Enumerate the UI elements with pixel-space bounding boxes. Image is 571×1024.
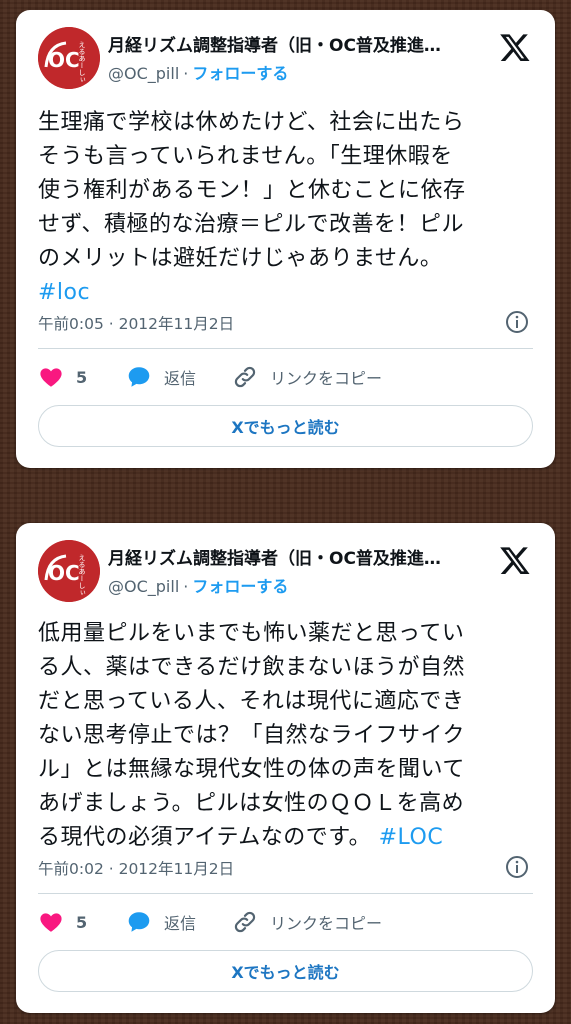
divider: [38, 348, 533, 349]
action-bar: 5 返信 リンクをコピー: [38, 364, 533, 394]
action-bar: 5 返信 リンクをコピー: [38, 909, 533, 939]
reply-button[interactable]: 返信: [126, 909, 196, 935]
copy-link-button[interactable]: リンクをコピー: [232, 364, 382, 390]
tweet-header: OC えるあーしぃ 月経リズム調整指導者（旧・OC普及推進… @OC_pill ·…: [38, 27, 535, 91]
author-handle[interactable]: @OC_pill: [108, 577, 179, 596]
tweet-card-2: OC えるあーしぃ 月経リズム調整指導者（旧・OC普及推進… @OC_pill ·…: [16, 523, 555, 1013]
tweet-text-line: る現代の必須アイテムなのです。: [38, 825, 379, 850]
reply-label: 返信: [164, 369, 197, 388]
svg-text:OC: OC: [48, 561, 80, 585]
divider: [38, 893, 533, 894]
tweet-text-line: 生理痛で学校は休めたけど、社会に出たら: [38, 110, 465, 135]
svg-text:えるあーしぃ: えるあーしぃ: [78, 554, 86, 596]
svg-text:えるあーしぃ: えるあーしぃ: [78, 41, 86, 83]
tweet-text: 低用量ピルをいまでも怖い薬だと思ってい る人、薬はできるだけ飲まないほうが自然 …: [38, 617, 537, 855]
avatar[interactable]: OC えるあーしぃ: [38, 540, 100, 602]
tweet-text-line: る人、薬はできるだけ飲まないほうが自然: [38, 655, 466, 680]
author-name[interactable]: 月経リズム調整指導者（旧・OC普及推進…: [108, 544, 478, 569]
tweet-text-line: のメリットは避妊だけじゃありません。: [38, 246, 443, 271]
author-handle[interactable]: @OC_pill: [108, 64, 179, 83]
tweet-text: 生理痛で学校は休めたけど、社会に出たら そうも言っていられません。「生理休暇を …: [38, 106, 537, 310]
like-button[interactable]: 5: [38, 909, 87, 935]
x-logo-icon[interactable]: [499, 31, 531, 63]
copy-link-label: リンクをコピー: [270, 369, 383, 388]
reply-button[interactable]: 返信: [126, 364, 196, 390]
follow-button[interactable]: フォローする: [192, 577, 288, 596]
tweet-text-line: 使う権利があるモン！」と休むことに依存: [38, 178, 466, 203]
timestamp[interactable]: 午前0:05 · 2012年11月2日: [38, 312, 234, 334]
copy-link-label: リンクをコピー: [270, 914, 383, 933]
tweet-text-line: そうも言っていられません。「生理休暇を: [38, 144, 453, 169]
hashtag-link[interactable]: #loc: [38, 280, 90, 305]
read-more-on-x-button[interactable]: Xでもっと読む: [38, 405, 533, 447]
timestamp[interactable]: 午前0:02 · 2012年11月2日: [38, 857, 234, 879]
x-logo-icon[interactable]: [499, 544, 531, 576]
follow-button[interactable]: フォローする: [192, 64, 288, 83]
link-icon: [234, 911, 256, 933]
read-more-on-x-button[interactable]: Xでもっと読む: [38, 950, 533, 992]
reply-bubble-icon: [128, 367, 150, 387]
info-icon[interactable]: [505, 310, 529, 334]
handle-row: @OC_pill · フォローする: [108, 60, 288, 84]
info-icon[interactable]: [505, 855, 529, 879]
author-name[interactable]: 月経リズム調整指導者（旧・OC普及推進…: [108, 31, 478, 56]
tweet-text-line: 低用量ピルをいまでも怖い薬だと思ってい: [38, 621, 465, 646]
reply-label: 返信: [164, 914, 197, 933]
svg-text:OC: OC: [48, 48, 80, 72]
like-count: 5: [76, 367, 88, 387]
tweet-header: OC えるあーしぃ 月経リズム調整指導者（旧・OC普及推進… @OC_pill ·…: [38, 540, 535, 604]
like-button[interactable]: 5: [38, 364, 87, 390]
tweet-text-line: だと思っている人、それは現代に適応でき: [38, 689, 465, 714]
heart-icon: [40, 913, 62, 932]
handle-row: @OC_pill · フォローする: [108, 573, 288, 597]
like-count: 5: [76, 912, 88, 932]
hashtag-link[interactable]: #LOC: [379, 825, 444, 850]
copy-link-button[interactable]: リンクをコピー: [232, 909, 382, 935]
tweet-text-line: ル」とは無縁な現代女性の体の声を聞いて: [38, 757, 465, 782]
link-icon: [234, 366, 256, 388]
tweet-text-line: あげましょう。ピルは女性のＱＯＬを高め: [38, 791, 465, 816]
avatar[interactable]: OC えるあーしぃ: [38, 27, 100, 89]
tweet-text-line: せず、積極的な治療＝ピルで改善を！ピル: [38, 212, 464, 237]
tweet-card-1: OC えるあーしぃ 月経リズム調整指導者（旧・OC普及推進… @OC_pill ·…: [16, 10, 555, 468]
separator: ·: [183, 577, 189, 596]
heart-icon: [40, 368, 62, 387]
reply-bubble-icon: [128, 912, 150, 932]
tweet-text-line: ない思考停止では？「自然なライフサイク: [38, 723, 466, 748]
separator: ·: [183, 64, 189, 83]
